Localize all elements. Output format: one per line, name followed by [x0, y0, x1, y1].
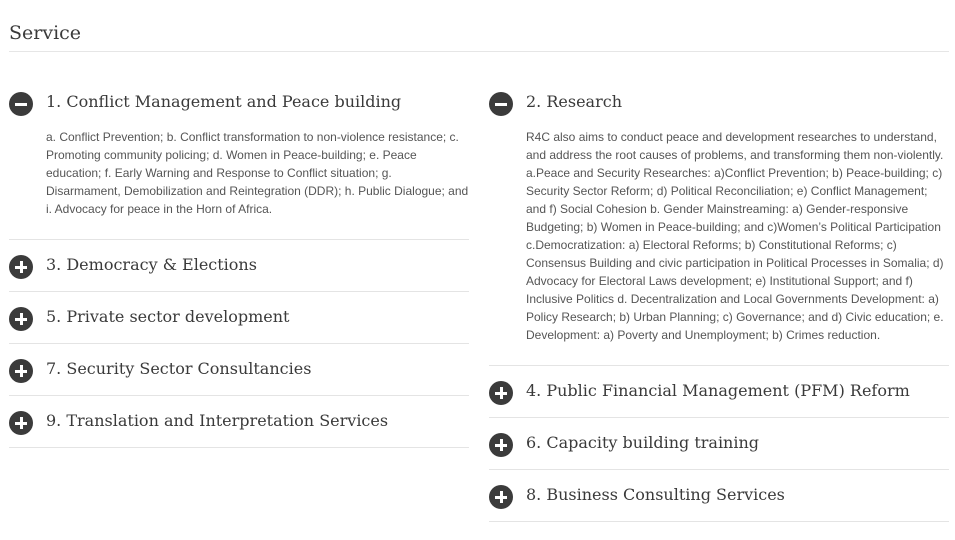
- accordion-header-security-sector[interactable]: 7. Security Sector Consultancies: [9, 355, 469, 384]
- accordion-title[interactable]: 9. Translation and Interpretation Servic…: [46, 411, 388, 430]
- accordion-item-democracy-elections: 3. Democracy & Elections: [9, 251, 469, 292]
- accordion-item-conflict-management: 1. Conflict Management and Peace buildin…: [9, 88, 469, 240]
- expand-plus-icon[interactable]: [489, 381, 513, 405]
- accordion-item-security-sector: 7. Security Sector Consultancies: [9, 355, 469, 396]
- accordion-header-capacity-building[interactable]: 6. Capacity building training: [489, 429, 949, 458]
- expand-plus-icon[interactable]: [9, 359, 33, 383]
- accordion-item-translation: 9. Translation and Interpretation Servic…: [9, 407, 469, 448]
- accordion-item-private-sector: 5. Private sector development: [9, 303, 469, 344]
- expand-plus-icon[interactable]: [9, 307, 33, 331]
- accordion-title[interactable]: 5. Private sector development: [46, 307, 289, 326]
- accordion-header-translation[interactable]: 9. Translation and Interpretation Servic…: [9, 407, 469, 436]
- accordion-title[interactable]: 8. Business Consulting Services: [526, 485, 785, 504]
- accordion-right-column: 2. Research R4C also aims to conduct pea…: [489, 88, 949, 522]
- accordion-header-conflict-management[interactable]: 1. Conflict Management and Peace buildin…: [9, 88, 469, 117]
- section-title: Service: [9, 22, 82, 44]
- expand-plus-icon[interactable]: [489, 433, 513, 457]
- accordion-title[interactable]: 4. Public Financial Management (PFM) Ref…: [526, 381, 910, 400]
- accordion-header-private-sector[interactable]: 5. Private sector development: [9, 303, 469, 332]
- collapse-minus-icon[interactable]: [489, 92, 513, 116]
- accordion-title[interactable]: 3. Democracy & Elections: [46, 255, 257, 274]
- accordion-header-research[interactable]: 2. Research: [489, 88, 949, 117]
- accordion-title[interactable]: 2. Research: [526, 92, 622, 111]
- expand-plus-icon[interactable]: [9, 411, 33, 435]
- expand-plus-icon[interactable]: [9, 255, 33, 279]
- accordion-item-business-consulting: 8. Business Consulting Services: [489, 481, 949, 522]
- accordion-content: a. Conflict Prevention; b. Conflict tran…: [46, 130, 469, 216]
- accordion-title[interactable]: 6. Capacity building training: [526, 433, 759, 452]
- accordion-item-pfm-reform: 4. Public Financial Management (PFM) Ref…: [489, 377, 949, 418]
- accordion-title[interactable]: 1. Conflict Management and Peace buildin…: [46, 92, 401, 111]
- accordion-header-democracy-elections[interactable]: 3. Democracy & Elections: [9, 251, 469, 280]
- accordion-header-business-consulting[interactable]: 8. Business Consulting Services: [489, 481, 949, 510]
- accordion-header-pfm-reform[interactable]: 4. Public Financial Management (PFM) Ref…: [489, 377, 949, 406]
- expand-plus-icon[interactable]: [489, 485, 513, 509]
- accordion-left-column: 1. Conflict Management and Peace buildin…: [9, 88, 469, 448]
- title-divider: [9, 51, 949, 52]
- accordion-item-research: 2. Research R4C also aims to conduct pea…: [489, 88, 949, 366]
- accordion-content: R4C also aims to conduct peace and devel…: [526, 130, 944, 342]
- accordion-item-capacity-building: 6. Capacity building training: [489, 429, 949, 470]
- collapse-minus-icon[interactable]: [9, 92, 33, 116]
- accordion-title[interactable]: 7. Security Sector Consultancies: [46, 359, 311, 378]
